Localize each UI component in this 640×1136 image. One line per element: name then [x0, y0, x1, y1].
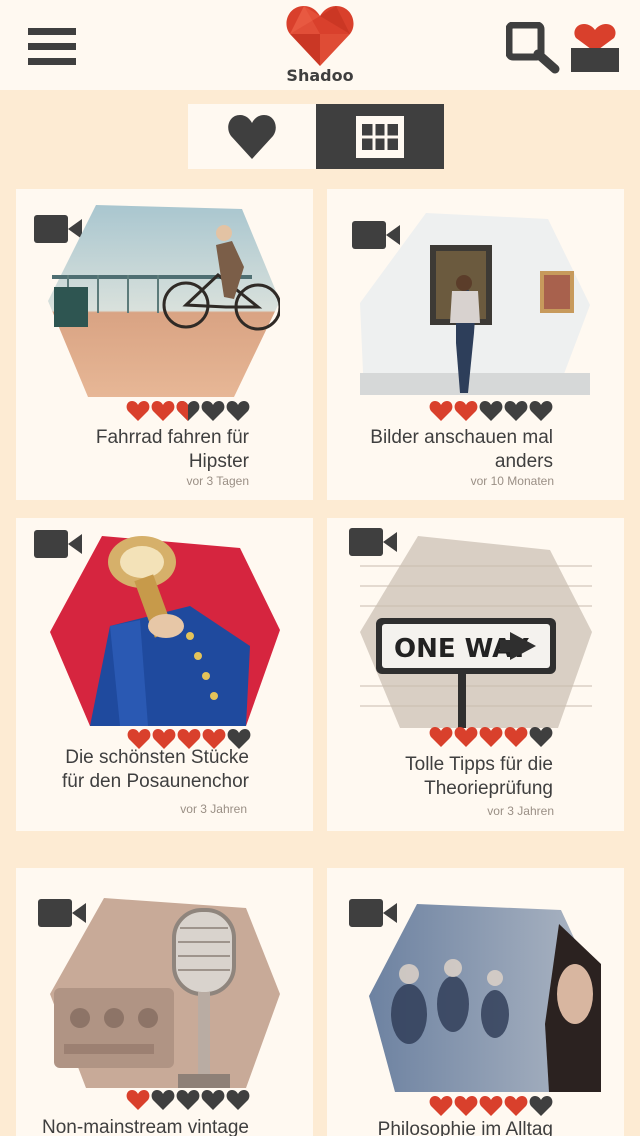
heart-full-icon [479, 1096, 503, 1116]
heart-empty-icon [529, 1096, 553, 1116]
heart-empty-icon [201, 401, 225, 421]
app-logo[interactable]: Shadoo [285, 4, 355, 88]
heart-empty-icon [201, 1090, 225, 1110]
thumbnail-trumpet [50, 536, 280, 726]
toggle-heart-view[interactable] [188, 104, 316, 169]
view-toggle [188, 104, 444, 169]
rating-hearts [126, 1090, 250, 1110]
video-card[interactable]: Philosophie im Alltag [327, 868, 624, 1136]
thumbnail-microphone [50, 898, 280, 1088]
toggle-grid-view[interactable] [316, 104, 444, 169]
hamburger-icon [28, 28, 76, 35]
search-icon [505, 21, 560, 74]
video-card[interactable]: Bilder anschauen mal anders vor 10 Monat… [327, 189, 624, 500]
card-title: Philosophie im Alltag [377, 1119, 553, 1136]
heart-full-icon [429, 401, 453, 421]
thumbnail-museum [360, 213, 590, 395]
heart-empty-icon [529, 727, 553, 747]
heart-full-icon [454, 1096, 478, 1116]
thumbnail-bicycle [48, 205, 280, 397]
video-card[interactable]: Fahrrad fahren für Hipster vor 3 Tagen [16, 189, 313, 500]
heart-full-icon [504, 1096, 528, 1116]
heart-half-icon [176, 401, 200, 421]
thumbnail-one-way-sign: ONE WAY [360, 536, 592, 728]
heart-full-icon [151, 401, 175, 421]
card-title: Bilder anschauen mal anders [370, 427, 553, 472]
card-title: Tolle Tipps für die Theorieprüfung [405, 754, 553, 799]
heart-empty-icon [226, 1090, 250, 1110]
search-button[interactable] [505, 21, 560, 74]
card-title: Die schönsten Stücke für den Posaunencho… [62, 747, 249, 792]
heart-full-icon [479, 727, 503, 747]
heart-full-icon [126, 401, 150, 421]
heart-full-icon [454, 401, 478, 421]
heart-icon [228, 114, 276, 159]
app-header: Shadoo [0, 0, 640, 90]
hamburger-bar [28, 43, 76, 50]
video-card[interactable]: Die schönsten Stücke für den Posaunencho… [16, 518, 313, 831]
video-card[interactable]: Non-mainstream vintage [16, 868, 313, 1136]
logo-text: Shadoo [286, 66, 354, 85]
card-title: Non-mainstream vintage [42, 1117, 249, 1136]
rating-hearts [126, 401, 250, 421]
menu-button[interactable] [28, 28, 76, 66]
heart-full-icon [429, 1096, 453, 1116]
profile-icon [571, 24, 619, 72]
heart-full-icon [504, 727, 528, 747]
card-age: vor 3 Jahren [487, 804, 554, 818]
video-card[interactable]: ONE WAY Tolle Tipps für die Theorieprüfu… [327, 518, 624, 831]
profile-button[interactable] [570, 22, 620, 72]
heart-full-icon [429, 727, 453, 747]
thumbnail-bus-passengers [369, 904, 601, 1092]
heart-empty-icon [226, 401, 250, 421]
rating-hearts [429, 401, 553, 421]
grid-icon [356, 115, 404, 158]
card-age: vor 3 Jahren [180, 802, 247, 816]
heart-empty-icon [176, 1090, 200, 1110]
card-title: Fahrrad fahren für Hipster [95, 427, 249, 472]
rating-hearts [429, 1096, 553, 1116]
heart-full-icon [454, 727, 478, 747]
heart-empty-icon [479, 401, 503, 421]
heart-empty-icon [504, 401, 528, 421]
heart-empty-icon [529, 401, 553, 421]
card-age: vor 10 Monaten [470, 474, 554, 488]
rating-hearts [429, 727, 553, 747]
hamburger-bar [28, 58, 76, 65]
card-age: vor 3 Tagen [186, 474, 250, 488]
heart-logo-icon [286, 6, 354, 66]
heart-empty-icon [151, 1090, 175, 1110]
heart-full-icon [126, 1090, 150, 1110]
